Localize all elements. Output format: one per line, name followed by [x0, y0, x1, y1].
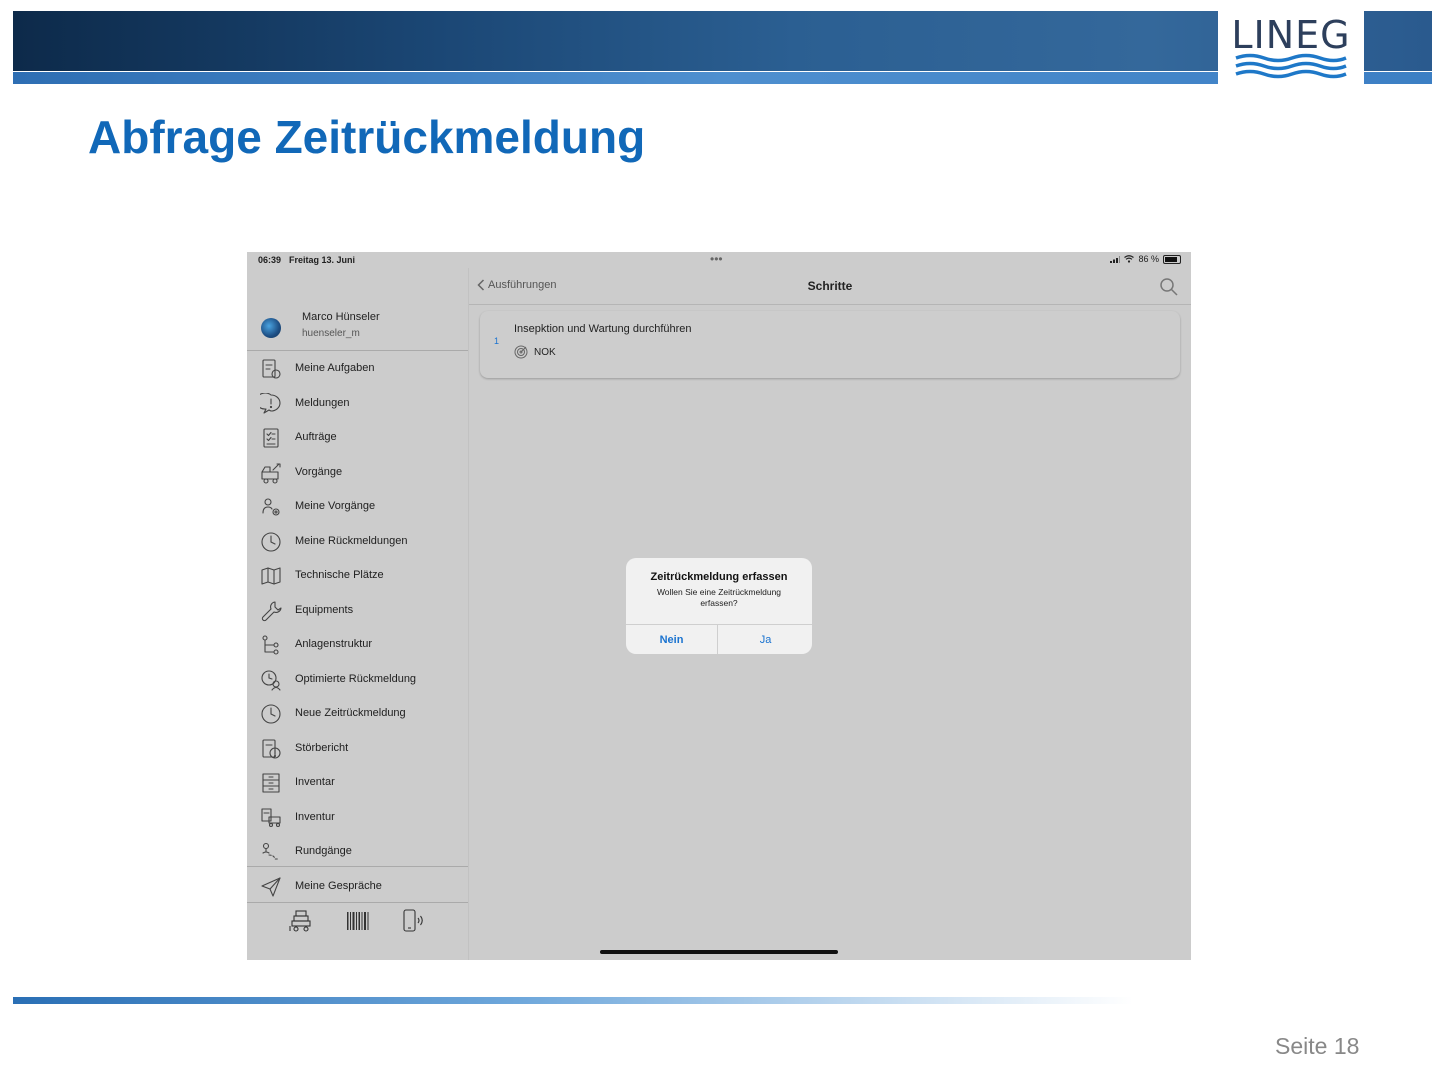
battery-icon	[1163, 254, 1181, 264]
sidebar-item-equipments[interactable]: Equipments	[247, 593, 468, 628]
slide-title: Abfrage Zeitrückmeldung	[88, 111, 646, 163]
profile-name: Marco Hünseler	[302, 311, 380, 323]
sidebar-item-label: Technische Plätze	[295, 569, 384, 581]
dialog-title: Zeitrückmeldung erfassen	[650, 571, 788, 583]
user-gear-icon	[260, 496, 282, 518]
sidebar-menu: Meine Aufgaben Meldungen Aufträge Vorgänge M…	[247, 351, 468, 903]
checklist-icon	[260, 427, 282, 449]
sidebar-item-label: Störbericht	[295, 741, 349, 754]
nfc-phone-icon[interactable]	[401, 908, 427, 934]
ipad-screenshot: 06:39 Freitag 13. Juni ••• 86 % Marco Hü…	[247, 252, 1191, 960]
sidebar-item-vorgänge[interactable]: Vorgänge	[247, 455, 468, 490]
sidebar-item-label: Rundgänge	[295, 845, 352, 857]
sidebar-item-neue-zeitrückmeldung[interactable]: Neue Zeitrückmeldung	[247, 696, 468, 731]
search-icon[interactable]	[1159, 277, 1179, 297]
sidebar-item-label: Anlagenstruktur	[295, 638, 373, 650]
inventory-icon	[260, 807, 282, 829]
sidebar-item-label: Inventur	[295, 810, 335, 823]
sidebar-item-optimierte-rückmeldung[interactable]: Optimierte Rückmeldung	[247, 662, 468, 697]
lineg-logo: LINEG	[1218, 11, 1364, 84]
split-divider	[468, 268, 469, 960]
profile-username: huenseler_m	[302, 328, 360, 339]
sidebar: Marco Hünseler huenseler_m Meine Aufgabe…	[247, 268, 468, 960]
wifi-icon	[1124, 255, 1135, 263]
step-number: 1	[494, 336, 500, 346]
status-date: Freitag 13. Juni	[289, 255, 356, 265]
sidebar-item-meldungen[interactable]: Meldungen	[247, 386, 468, 421]
menu-divider	[247, 866, 468, 867]
sidebar-item-meine-rückmeldungen[interactable]: Meine Rückmeldungen	[247, 524, 468, 559]
waves-icon	[1235, 53, 1347, 79]
step-status-text: NOK	[534, 346, 556, 358]
map-icon	[260, 565, 282, 587]
paper-plane-icon	[260, 876, 282, 898]
clock-icon	[260, 531, 282, 553]
sidebar-item-meine-gespräche[interactable]: Meine Gespräche	[247, 869, 468, 904]
truck-tools-icon	[260, 462, 282, 484]
footer-line	[13, 997, 1133, 1004]
battery-percent: 86 %	[1138, 254, 1159, 264]
status-time: 06:39	[258, 255, 282, 265]
bottom-toolbar	[247, 908, 468, 938]
barcode-icon[interactable]	[345, 908, 371, 934]
step-title: Insepktion und Wartung durchführen	[514, 323, 692, 335]
sidebar-item-label: Inventar	[295, 776, 335, 788]
sidebar-item-rundgänge[interactable]: Rundgänge	[247, 834, 468, 869]
sidebar-item-label: Neue Zeitrückmeldung	[295, 707, 406, 719]
hierarchy-icon	[260, 634, 282, 656]
status-bar: 06:39 Freitag 13. Juni ••• 86 %	[247, 252, 1191, 268]
alert-dialog: Zeitrückmeldung erfassen Wollen Sie eine…	[626, 558, 812, 654]
step-card[interactable]: 1 Insepktion und Wartung durchführen NOK	[480, 311, 1180, 378]
user-profile[interactable]: Marco Hünseler huenseler_m	[247, 306, 468, 351]
nein-button[interactable]: Nein	[626, 625, 718, 654]
cabinet-icon	[260, 772, 282, 794]
page-number: Seite 18	[1275, 1033, 1360, 1059]
sidebar-item-aufträge[interactable]: Aufträge	[247, 420, 468, 455]
step-status: NOK	[514, 345, 556, 359]
sidebar-item-label: Aufträge	[295, 431, 337, 443]
nav-title: Schritte	[807, 279, 853, 293]
dialog-message: Wollen Sie eine Zeitrückmeldung erfassen…	[656, 587, 782, 608]
dialog-buttons: Nein Ja	[626, 624, 812, 654]
signal-icon	[1110, 255, 1121, 263]
sidebar-item-technische-plätze[interactable]: Technische Plätze	[247, 558, 468, 593]
sidebar-item-label: Optimierte Rückmeldung	[295, 672, 417, 685]
target-icon	[514, 345, 528, 359]
navigation-bar: Ausführungen Schritte	[469, 268, 1191, 305]
clock-icon	[260, 703, 282, 725]
sidebar-item-anlagenstruktur[interactable]: Anlagenstruktur	[247, 627, 468, 662]
toolbar-divider	[247, 902, 468, 903]
speech-bubble-alert-icon	[255, 392, 282, 415]
wrench-icon	[260, 600, 282, 622]
sidebar-item-label: Meine Rückmeldungen	[295, 534, 408, 547]
sidebar-item-inventar[interactable]: Inventar	[247, 765, 468, 800]
tasks-icon	[260, 358, 282, 380]
sidebar-item-label: Vorgänge	[295, 465, 343, 478]
sidebar-item-label: Meine Gespräche	[295, 879, 382, 892]
forklift-icon[interactable]	[289, 908, 315, 934]
sidebar-item-meine-aufgaben[interactable]: Meine Aufgaben	[247, 351, 468, 386]
sidebar-item-inventur[interactable]: Inventur	[247, 800, 468, 835]
sidebar-item-label: Meine Vorgänge	[295, 500, 376, 512]
sidebar-item-label: Equipments	[295, 603, 354, 616]
sidebar-item-störbericht[interactable]: Störbericht	[247, 731, 468, 766]
clock-user-icon	[260, 669, 282, 691]
sidebar-item-label: Meine Aufgaben	[295, 362, 375, 374]
sidebar-item-meine-vorgänge[interactable]: Meine Vorgänge	[247, 489, 468, 524]
avatar	[261, 318, 281, 338]
logo-text: LINEG	[1231, 13, 1351, 57]
home-indicator[interactable]	[600, 950, 838, 954]
report-alert-icon	[260, 738, 282, 760]
status-right: 86 %	[1110, 254, 1181, 264]
multitask-dots[interactable]: •••	[710, 252, 723, 266]
sidebar-item-label: Meldungen	[295, 396, 350, 409]
route-icon	[260, 841, 282, 863]
ja-button[interactable]: Ja	[719, 625, 812, 654]
